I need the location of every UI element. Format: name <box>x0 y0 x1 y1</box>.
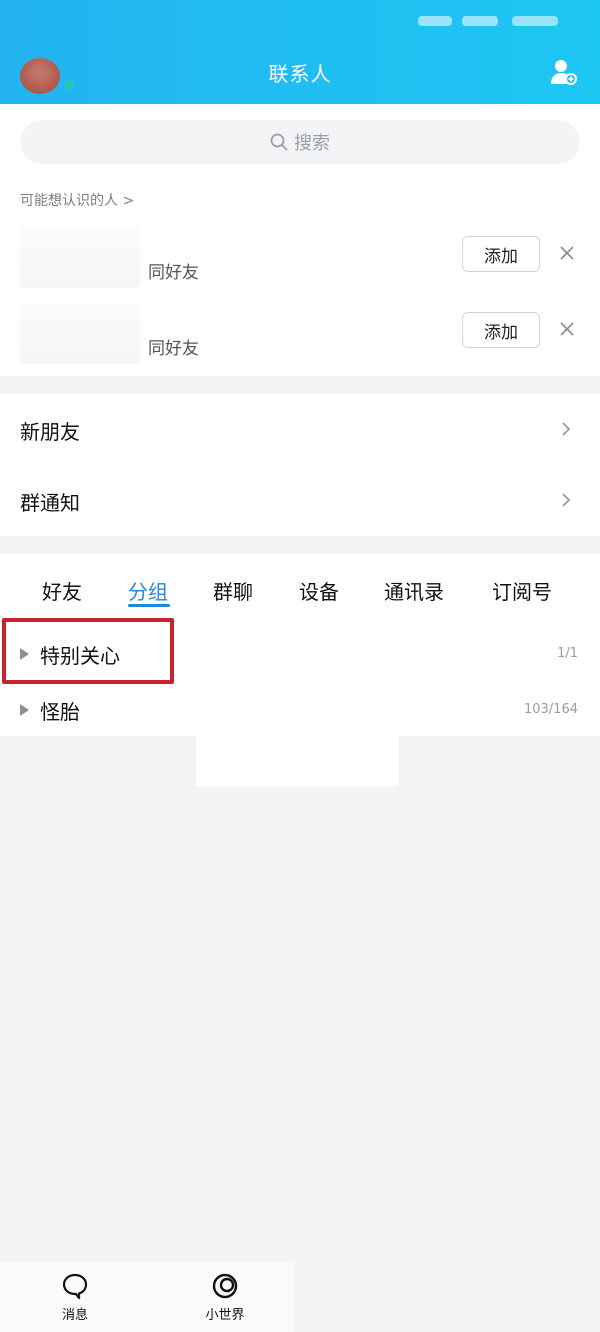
search-input[interactable]: 搜索 <box>20 120 580 164</box>
group-count: 1/1 <box>557 646 578 661</box>
search-placeholder: 搜索 <box>294 133 330 154</box>
suggestions-panel: 搜索 可能想认识的人 > 同好友 添加 同好友 添加 <box>0 104 600 376</box>
expand-triangle-icon <box>20 648 29 660</box>
status-bar <box>0 0 600 36</box>
group-row-special-care[interactable]: 特别关心 1/1 <box>0 624 600 680</box>
bottom-nav: 消息 小世界 <box>0 1262 294 1332</box>
suggestions-title-link[interactable]: 可能想认识的人 > <box>20 190 134 210</box>
blank-patch <box>196 734 398 786</box>
group-count: 103/164 <box>523 702 578 717</box>
contacts-tabs-panel: 好友 分组 群聊 设备 通讯录 订阅号 特别关心 1/1 怪胎 103/164 <box>0 554 600 736</box>
nav-label: 消息 <box>61 1308 88 1323</box>
suggestion-item[interactable]: 同好友 添加 <box>0 298 600 374</box>
tab-group-chats[interactable]: 群聊 <box>213 576 253 605</box>
suggestion-avatar[interactable] <box>20 302 140 364</box>
status-signal-icon <box>418 16 452 26</box>
expand-triangle-icon <box>20 704 29 716</box>
active-tab-indicator <box>128 604 170 607</box>
suggestion-item[interactable]: 同好友 添加 <box>0 222 600 298</box>
suggestion-avatar[interactable] <box>20 226 140 288</box>
status-battery-icon <box>512 16 558 26</box>
group-name: 特别关心 <box>40 644 120 668</box>
menu-item-label: 群通知 <box>20 491 80 515</box>
page-title: 联系人 <box>268 62 332 86</box>
suggestion-label: 同好友 <box>148 339 199 359</box>
tab-friends[interactable]: 好友 <box>42 576 82 605</box>
add-friend-button[interactable]: 添加 <box>462 236 540 272</box>
header-bar: 联系人 <box>0 0 600 104</box>
search-icon <box>270 133 288 151</box>
menu-item-label: 新朋友 <box>20 420 80 444</box>
chat-bubble-icon <box>62 1273 88 1300</box>
close-icon[interactable] <box>558 320 576 338</box>
chevron-right-icon <box>562 422 571 436</box>
tab-phone-contacts[interactable]: 通讯录 <box>384 576 444 605</box>
menu-item-new-friends[interactable]: 新朋友 <box>0 394 600 465</box>
tab-groups[interactable]: 分组 <box>128 576 168 605</box>
world-circle-icon <box>212 1273 238 1299</box>
nav-item-small-world[interactable]: 小世界 <box>180 1272 270 1323</box>
menu-item-group-notices[interactable]: 群通知 <box>0 465 600 536</box>
nav-label: 小世界 <box>205 1308 245 1323</box>
person-add-icon[interactable] <box>550 58 578 86</box>
suggestion-label: 同好友 <box>148 263 199 283</box>
tab-devices[interactable]: 设备 <box>299 576 339 605</box>
menu-panel: 新朋友 群通知 <box>0 394 600 536</box>
chevron-right-icon <box>562 493 571 507</box>
add-friend-button[interactable]: 添加 <box>462 312 540 348</box>
tab-subscriptions[interactable]: 订阅号 <box>492 576 552 605</box>
close-icon[interactable] <box>558 244 576 262</box>
status-wifi-icon <box>462 16 498 26</box>
group-name: 怪胎 <box>40 700 80 724</box>
nav-item-messages[interactable]: 消息 <box>30 1272 120 1323</box>
group-row-weirdos[interactable]: 怪胎 103/164 <box>0 680 600 736</box>
